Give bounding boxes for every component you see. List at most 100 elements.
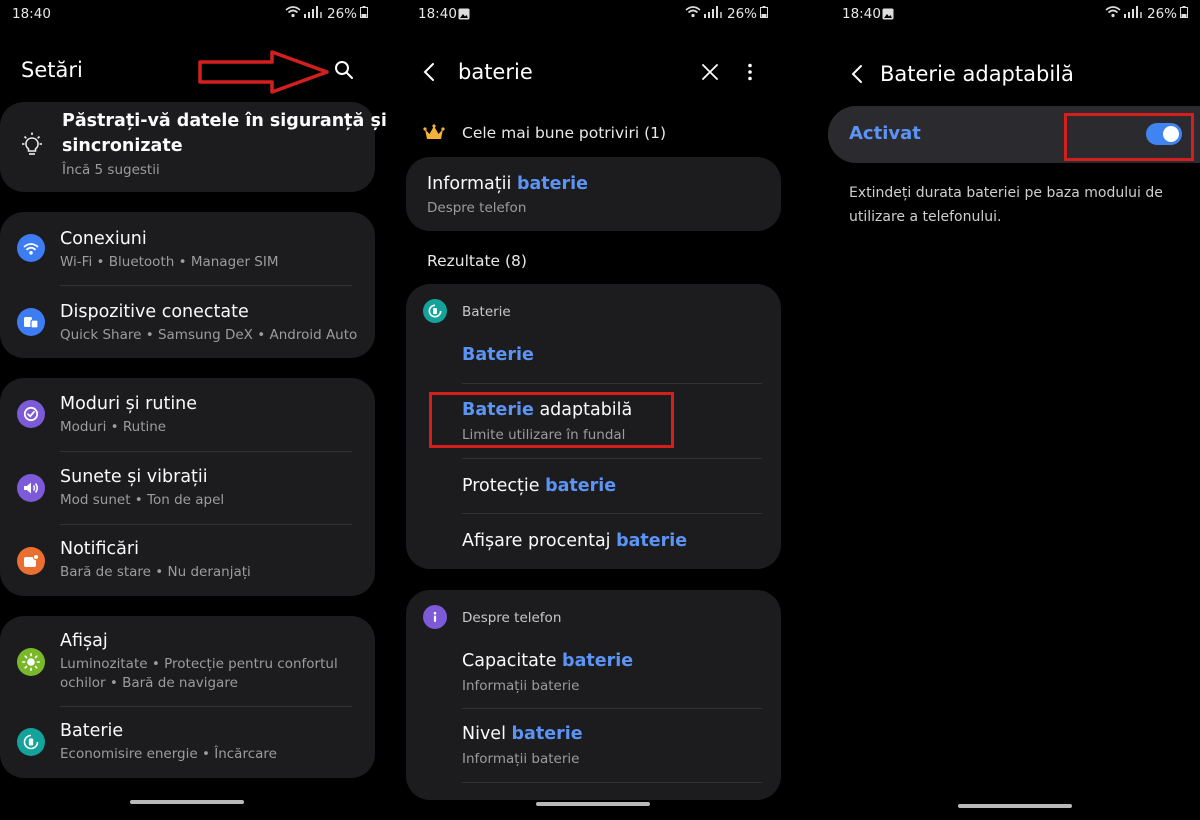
toggle-label: Activat [849, 123, 921, 144]
more-options-icon[interactable] [747, 63, 753, 85]
search-icon[interactable] [334, 60, 354, 84]
result-subtitle: Despre telefon [427, 200, 527, 216]
item-subtitle: Economisire energie • Încărcare [60, 746, 277, 762]
result-title: Nivel baterie [462, 724, 583, 744]
crown-icon [423, 124, 445, 146]
back-icon[interactable] [422, 62, 436, 86]
signal-icon [303, 6, 324, 22]
group-header: Baterie [462, 304, 511, 320]
result-item[interactable]: Baterie [406, 330, 781, 382]
battery-percent: 26% [1146, 6, 1177, 22]
title-prefix: Nivel [462, 724, 512, 744]
highlight-box-annotation [1064, 113, 1194, 161]
result-item[interactable]: Protecție baterie [406, 459, 781, 513]
battery-icon [1180, 6, 1188, 22]
item-subtitle-line1: Luminozitate • Protecție pentru confortu… [60, 656, 338, 672]
back-icon[interactable] [850, 64, 864, 88]
title-highlight: baterie [511, 724, 583, 744]
result-item[interactable]: Nivel baterie Informații baterie [406, 709, 781, 781]
title-highlight: baterie [616, 531, 688, 551]
navigation-handle[interactable] [958, 804, 1072, 808]
best-matches-label: Cele mai bune potriviri (1) [462, 124, 667, 142]
item-subtitle: Quick Share • Samsung DeX • Android Auto [60, 327, 358, 343]
title-highlight: Baterie [462, 345, 534, 365]
item-title: Baterie [60, 721, 124, 741]
item-title: Afișaj [60, 631, 108, 651]
gallery-icon [882, 8, 894, 24]
notification-icon [17, 547, 45, 575]
settings-item-notifications[interactable]: Notificări Bară de stare • Nu deranjați [0, 525, 375, 596]
settings-item-modes[interactable]: Moduri și rutine Moduri • Rutine [0, 378, 375, 451]
status-bar: 18:40 26% [822, 0, 1200, 28]
result-item[interactable]: Capacitate baterie Informații baterie [406, 636, 781, 710]
page-title: Setări [21, 58, 83, 82]
title-prefix: Afișare procentaj [462, 531, 617, 551]
title-prefix: Capacitate [462, 651, 563, 671]
result-title: Informații baterie [427, 174, 588, 194]
best-match-result[interactable]: Informații baterie Despre telefon [406, 157, 781, 231]
settings-item-battery[interactable]: Baterie Economisire energie • Încărcare [0, 707, 375, 778]
result-title: Afișare procentaj baterie [462, 531, 687, 551]
item-subtitle-line2: ochilor • Bară de navigare [60, 675, 238, 691]
suggestion-title-line2: sincronizate [62, 136, 183, 156]
item-subtitle: Moduri • Rutine [60, 419, 167, 435]
settings-item-connected-devices[interactable]: Dispozitive conectate Quick Share • Sams… [0, 286, 375, 358]
result-subtitle: Informații baterie [462, 751, 580, 767]
result-item[interactable]: Afișare procentaj baterie [406, 514, 781, 569]
settings-item-connections[interactable]: Conexiuni Wi-Fi • Bluetooth • Manager SI… [0, 212, 375, 285]
status-bar: 18:40 26% [0, 0, 390, 28]
suggestion-subtitle: Încă 5 sugestii [62, 162, 160, 178]
suggestion-card[interactable]: Păstrați-vă datele în siguranță și sincr… [0, 102, 387, 192]
settings-item-sounds[interactable]: Sunete și vibrații Mod sunet • Ton de ap… [0, 452, 375, 524]
status-icons: 26% [685, 6, 768, 22]
item-subtitle: Wi-Fi • Bluetooth • Manager SIM [60, 254, 279, 270]
battery-care-icon [17, 728, 45, 756]
battery-icon [760, 6, 768, 22]
title-highlight: baterie [516, 174, 589, 194]
status-time: 18:40 [418, 6, 457, 22]
result-group-about-phone: Despre telefon Capacitate baterie Inform… [406, 590, 781, 800]
title-prefix: Informații [427, 174, 517, 194]
description-line2: utilizare a telefonului. [849, 209, 1002, 225]
item-title: Sunete și vibrații [60, 467, 208, 487]
item-title: Dispozitive conectate [60, 302, 249, 322]
speaker-icon [17, 474, 45, 502]
suggestion-title-line1: Păstrați-vă datele în siguranță și [62, 111, 387, 131]
description-line1: Extindeți durata bateriei pe baza modulu… [849, 185, 1163, 201]
battery-percent: 26% [726, 6, 757, 22]
wifi-icon [685, 6, 701, 22]
battery-percent: 26% [326, 6, 357, 22]
battery-care-icon [423, 299, 447, 323]
highlight-box-annotation [429, 392, 674, 448]
navigation-handle[interactable] [130, 800, 244, 804]
clear-icon[interactable] [702, 64, 718, 84]
result-title: Baterie [462, 345, 534, 365]
signal-icon [703, 6, 724, 22]
red-arrow-annotation [198, 50, 329, 94]
title-prefix: Protecție [462, 476, 546, 496]
settings-group-connections: Conexiuni Wi-Fi • Bluetooth • Manager SI… [0, 212, 375, 358]
wifi-icon [1105, 6, 1121, 22]
devices-icon [17, 308, 45, 336]
status-icons: 26% [1105, 6, 1188, 22]
lightbulb-icon [20, 132, 44, 162]
settings-screen: 18:40 26% Setări Păstrați-vă datele în s… [0, 0, 390, 820]
adaptive-battery-screen: 18:40 26% Baterie adaptabilă Activat Ext… [822, 0, 1200, 820]
item-title: Notificări [60, 539, 139, 559]
brightness-icon [17, 648, 45, 676]
search-input[interactable]: baterie [458, 60, 533, 84]
item-title: Moduri și rutine [60, 394, 198, 414]
result-subtitle: Informații baterie [462, 678, 580, 694]
battery-icon [360, 6, 368, 22]
group-header: Despre telefon [462, 610, 562, 626]
gallery-icon [458, 8, 470, 24]
wifi-icon [17, 234, 45, 262]
settings-group-display: Afișaj Luminozitate • Protecție pentru c… [0, 616, 375, 778]
navigation-handle[interactable] [536, 802, 650, 806]
item-subtitle: Mod sunet • Ton de apel [60, 492, 225, 508]
status-time: 18:40 [12, 6, 51, 22]
settings-item-display[interactable]: Afișaj Luminozitate • Protecție pentru c… [0, 616, 375, 706]
status-bar: 18:40 26% [396, 0, 794, 28]
status-icons: 26% [285, 6, 368, 22]
status-time: 18:40 [842, 6, 881, 22]
